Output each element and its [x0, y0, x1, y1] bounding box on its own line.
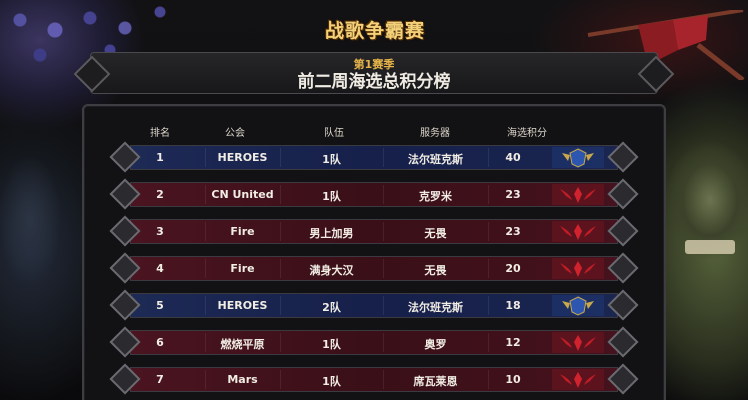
header-team: 队伍 — [324, 128, 344, 139]
team-cell: 1队 — [322, 375, 341, 388]
team-cell: 1队 — [322, 338, 341, 351]
title-banner: 第1赛季 前二周海选总积分榜 — [90, 52, 658, 94]
header-server: 服务器 — [420, 128, 450, 139]
horde-emblem-icon — [552, 332, 604, 353]
table-row: 1 HEROES 1队 法尔班克斯 40 — [109, 141, 639, 173]
server-cell: 无畏 — [424, 264, 447, 277]
team-cell: 1队 — [322, 190, 341, 203]
server-cell: 克罗米 — [419, 190, 452, 203]
alliance-emblem-icon — [552, 147, 604, 168]
team-cell: 1队 — [322, 153, 341, 166]
table-row: 6 燃烧平原 1队 奥罗 12 — [109, 326, 639, 358]
tournament-logo: 战歌争霸赛 — [320, 6, 430, 50]
server-cell: 无畏 — [424, 227, 447, 240]
guild-cell: 燃烧平原 — [220, 338, 265, 351]
season-label: 第1赛季 — [353, 58, 395, 71]
rank-cell: 5 — [156, 299, 164, 312]
horde-emblem-icon — [552, 221, 604, 242]
rank-cell: 3 — [156, 225, 164, 238]
table-row: 2 CN United 1队 克罗米 23 — [109, 178, 639, 210]
page-title: 前二周海选总积分榜 — [297, 72, 451, 92]
points-cell: 23 — [505, 225, 521, 238]
rank-cell: 4 — [156, 262, 164, 275]
logo-text: 战歌争霸赛 — [324, 20, 425, 42]
header-rank: 排名 — [150, 128, 170, 139]
server-cell: 法尔班克斯 — [408, 153, 463, 166]
guild-cell: Fire — [230, 225, 255, 238]
server-cell: 奥罗 — [424, 338, 447, 351]
points-cell: 12 — [505, 336, 521, 349]
points-cell: 10 — [505, 373, 521, 386]
guild-cell: Mars — [227, 373, 258, 386]
points-cell: 40 — [505, 151, 521, 164]
rank-cell: 6 — [156, 336, 164, 349]
team-cell: 2队 — [322, 301, 341, 314]
table-header: 排名 公会 队伍 服务器 海选积分 — [0, 124, 748, 140]
horde-emblem-icon — [552, 184, 604, 205]
table-row: 3 Fire 男上加男 无畏 23 — [109, 215, 639, 247]
rank-cell: 2 — [156, 188, 164, 201]
guild-cell: Fire — [230, 262, 255, 275]
server-cell: 席瓦莱恩 — [413, 375, 458, 388]
team-cell: 满身大汉 — [309, 264, 354, 277]
points-cell: 23 — [505, 188, 521, 201]
character-art-right — [660, 120, 748, 320]
table-row: 5 HEROES 2队 法尔班克斯 18 — [109, 289, 639, 321]
guild-cell: HEROES — [217, 151, 268, 164]
guild-cell: HEROES — [217, 299, 268, 312]
guild-cell: CN United — [211, 188, 274, 201]
server-cell: 法尔班克斯 — [408, 301, 463, 314]
horde-emblem-icon — [552, 369, 604, 390]
team-cell: 男上加男 — [309, 227, 354, 240]
table-row: 7 Mars 1队 席瓦莱恩 10 — [109, 363, 639, 395]
header-points: 海选积分 — [507, 128, 547, 139]
rank-cell: 1 — [156, 151, 164, 164]
points-cell: 18 — [505, 299, 521, 312]
character-art-left — [0, 120, 80, 320]
rank-cell: 7 — [156, 373, 164, 386]
header-guild: 公会 — [225, 128, 245, 139]
horde-emblem-icon — [552, 258, 604, 279]
alliance-emblem-icon — [552, 295, 604, 316]
points-cell: 20 — [505, 262, 521, 275]
table-row: 4 Fire 满身大汉 无畏 20 — [109, 252, 639, 284]
